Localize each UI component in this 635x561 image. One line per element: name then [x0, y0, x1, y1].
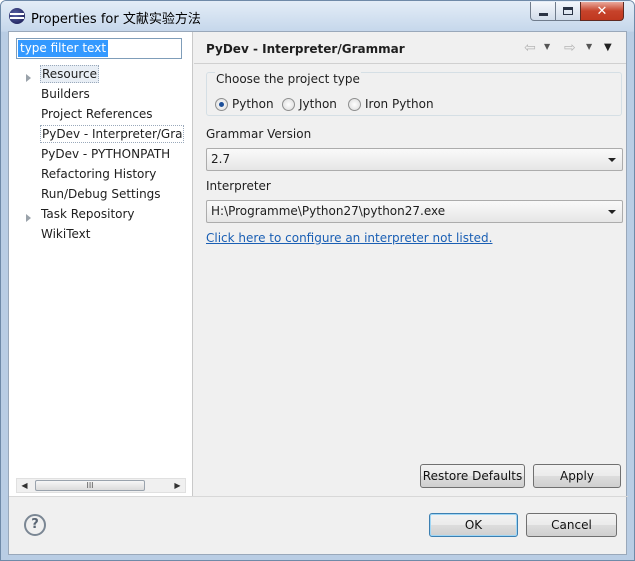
forward-arrow-icon[interactable]: ⇨: [564, 40, 576, 56]
filter-input[interactable]: type filter text: [16, 38, 182, 59]
category-pane: type filter text Resource Builders Proje…: [9, 32, 193, 496]
tree-item-run-debug-settings[interactable]: Run/Debug Settings: [40, 185, 162, 203]
scrollbar-thumb[interactable]: III: [35, 480, 145, 491]
dropdown-arrow-icon: [608, 210, 616, 214]
back-history-dropdown-icon[interactable]: ▼: [544, 42, 550, 51]
configure-interpreter-link[interactable]: Click here to configure an interpreter n…: [206, 231, 492, 245]
grammar-version-label: Grammar Version: [206, 127, 312, 141]
radio-unchecked-icon[interactable]: [348, 97, 361, 111]
scroll-right-icon[interactable]: ▶: [170, 479, 185, 492]
expand-arrow-icon[interactable]: [26, 214, 31, 222]
minimize-icon: [538, 12, 548, 16]
apply-button[interactable]: Apply: [533, 464, 621, 488]
dialog-client-area: type filter text Resource Builders Proje…: [8, 31, 628, 555]
project-type-group: Choose the project type Python Jython Ir…: [206, 72, 622, 116]
help-icon[interactable]: ?: [24, 514, 46, 536]
radio-iron-python[interactable]: Iron Python: [348, 97, 434, 111]
maximize-icon: [563, 7, 573, 15]
tree-item-refactoring-history[interactable]: Refactoring History: [40, 165, 157, 183]
interpreter-value: H:\Programme\Python27\python27.exe: [211, 204, 446, 218]
close-icon: ✕: [596, 3, 608, 19]
radio-python-label: Python: [232, 97, 274, 111]
restore-defaults-button[interactable]: Restore Defaults: [420, 464, 525, 488]
cancel-button[interactable]: Cancel: [526, 513, 617, 537]
properties-dialog: Properties for 文献实验方法 ✕ type filter text…: [0, 0, 635, 561]
tree-item-task-repository[interactable]: Task Repository: [40, 205, 136, 223]
radio-unchecked-icon[interactable]: [282, 97, 295, 111]
eclipse-icon: [9, 8, 25, 24]
filter-text: type filter text: [18, 40, 109, 57]
back-arrow-icon[interactable]: ⇦: [524, 40, 536, 56]
grammar-version-select[interactable]: 2.7: [206, 148, 623, 171]
close-button[interactable]: ✕: [580, 2, 624, 21]
radio-checked-icon[interactable]: [215, 97, 228, 111]
horizontal-scrollbar[interactable]: ◀ III ▶: [16, 478, 186, 493]
tree-item-wikitext[interactable]: WikiText: [40, 225, 92, 243]
interpreter-label: Interpreter: [206, 179, 271, 193]
project-type-legend: Choose the project type: [215, 72, 361, 86]
page-title: PyDev - Interpreter/Grammar: [206, 42, 405, 56]
minimize-button[interactable]: [530, 2, 556, 21]
view-menu-icon[interactable]: ▼: [604, 42, 612, 53]
window-title: Properties for 文献实验方法: [31, 12, 201, 27]
tree-item-project-references[interactable]: Project References: [40, 105, 154, 123]
scroll-left-icon[interactable]: ◀: [17, 479, 32, 492]
interpreter-select[interactable]: H:\Programme\Python27\python27.exe: [206, 200, 623, 223]
tree-item-builders[interactable]: Builders: [40, 85, 91, 103]
tree-item-pydev-pythonpath[interactable]: PyDev - PYTHONPATH: [40, 145, 171, 163]
property-page: PyDev - Interpreter/Grammar ⇦ ▼ ⇨ ▼ ▼ Ch…: [194, 32, 626, 496]
maximize-button[interactable]: [555, 2, 581, 21]
dropdown-arrow-icon: [608, 158, 616, 162]
radio-iron-python-label: Iron Python: [365, 97, 434, 111]
radio-jython-label: Jython: [299, 97, 337, 111]
radio-python[interactable]: Python: [215, 97, 274, 111]
page-header: PyDev - Interpreter/Grammar ⇦ ▼ ⇨ ▼ ▼: [194, 32, 626, 64]
tree-item-pydev-interpreter[interactable]: PyDev - Interpreter/Grammar: [40, 125, 184, 143]
button-bar-separator: [9, 496, 628, 497]
forward-history-dropdown-icon[interactable]: ▼: [586, 42, 592, 51]
ok-button[interactable]: OK: [429, 513, 518, 537]
expand-arrow-icon[interactable]: [26, 74, 31, 82]
radio-jython[interactable]: Jython: [282, 97, 337, 111]
grammar-version-value: 2.7: [211, 152, 231, 166]
tree-item-resource[interactable]: Resource: [40, 65, 100, 83]
title-bar[interactable]: Properties for 文献实验方法 ✕: [1, 1, 634, 31]
